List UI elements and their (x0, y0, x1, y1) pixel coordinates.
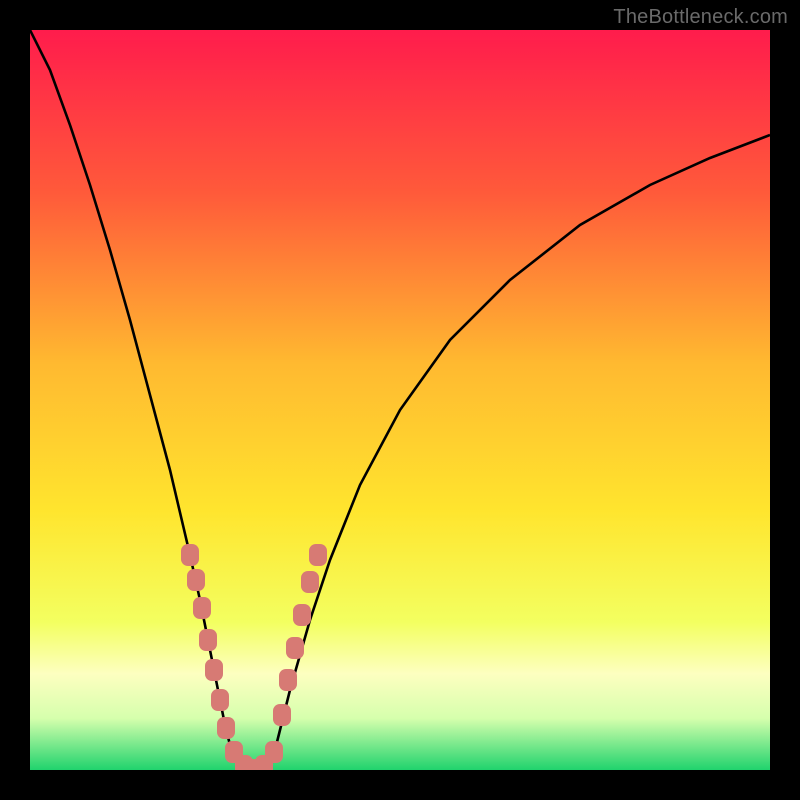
watermark-text: TheBottleneck.com (613, 6, 788, 29)
marker-point (279, 669, 297, 691)
marker-point (286, 637, 304, 659)
marker-point (193, 597, 211, 619)
marker-point (293, 604, 311, 626)
marker-point (217, 717, 235, 739)
marker-point (205, 659, 223, 681)
marker-point (211, 689, 229, 711)
chart-frame: TheBottleneck.com (0, 0, 800, 800)
marker-point (309, 544, 327, 566)
chart-svg (30, 30, 770, 770)
marker-point (273, 704, 291, 726)
gradient-background (30, 30, 770, 770)
marker-point (199, 629, 217, 651)
marker-point (301, 571, 319, 593)
plot-area (30, 30, 770, 770)
marker-point (181, 544, 199, 566)
marker-point (187, 569, 205, 591)
marker-point (265, 741, 283, 763)
